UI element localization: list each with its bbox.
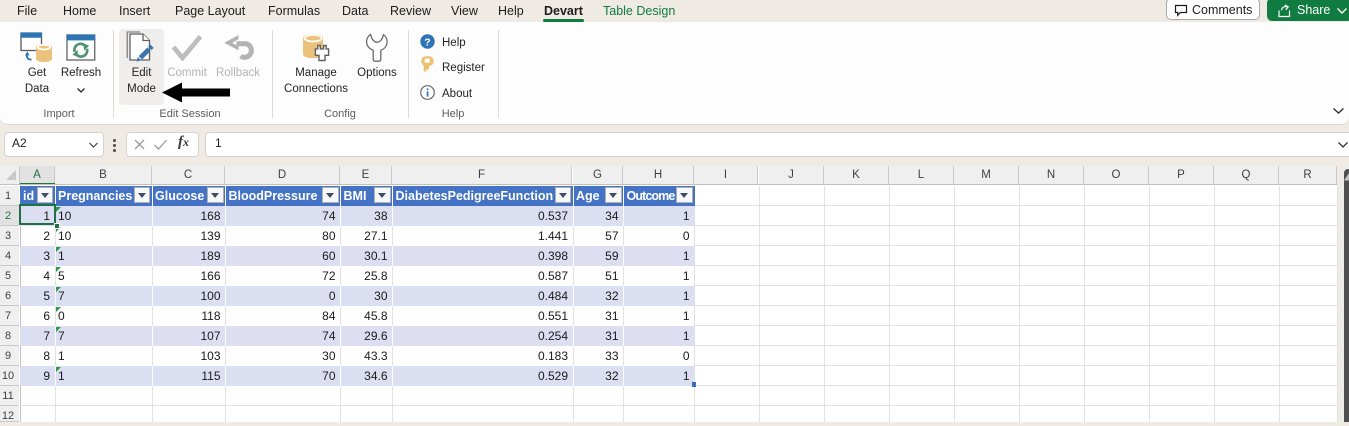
svg-text:?: ?	[424, 36, 430, 48]
